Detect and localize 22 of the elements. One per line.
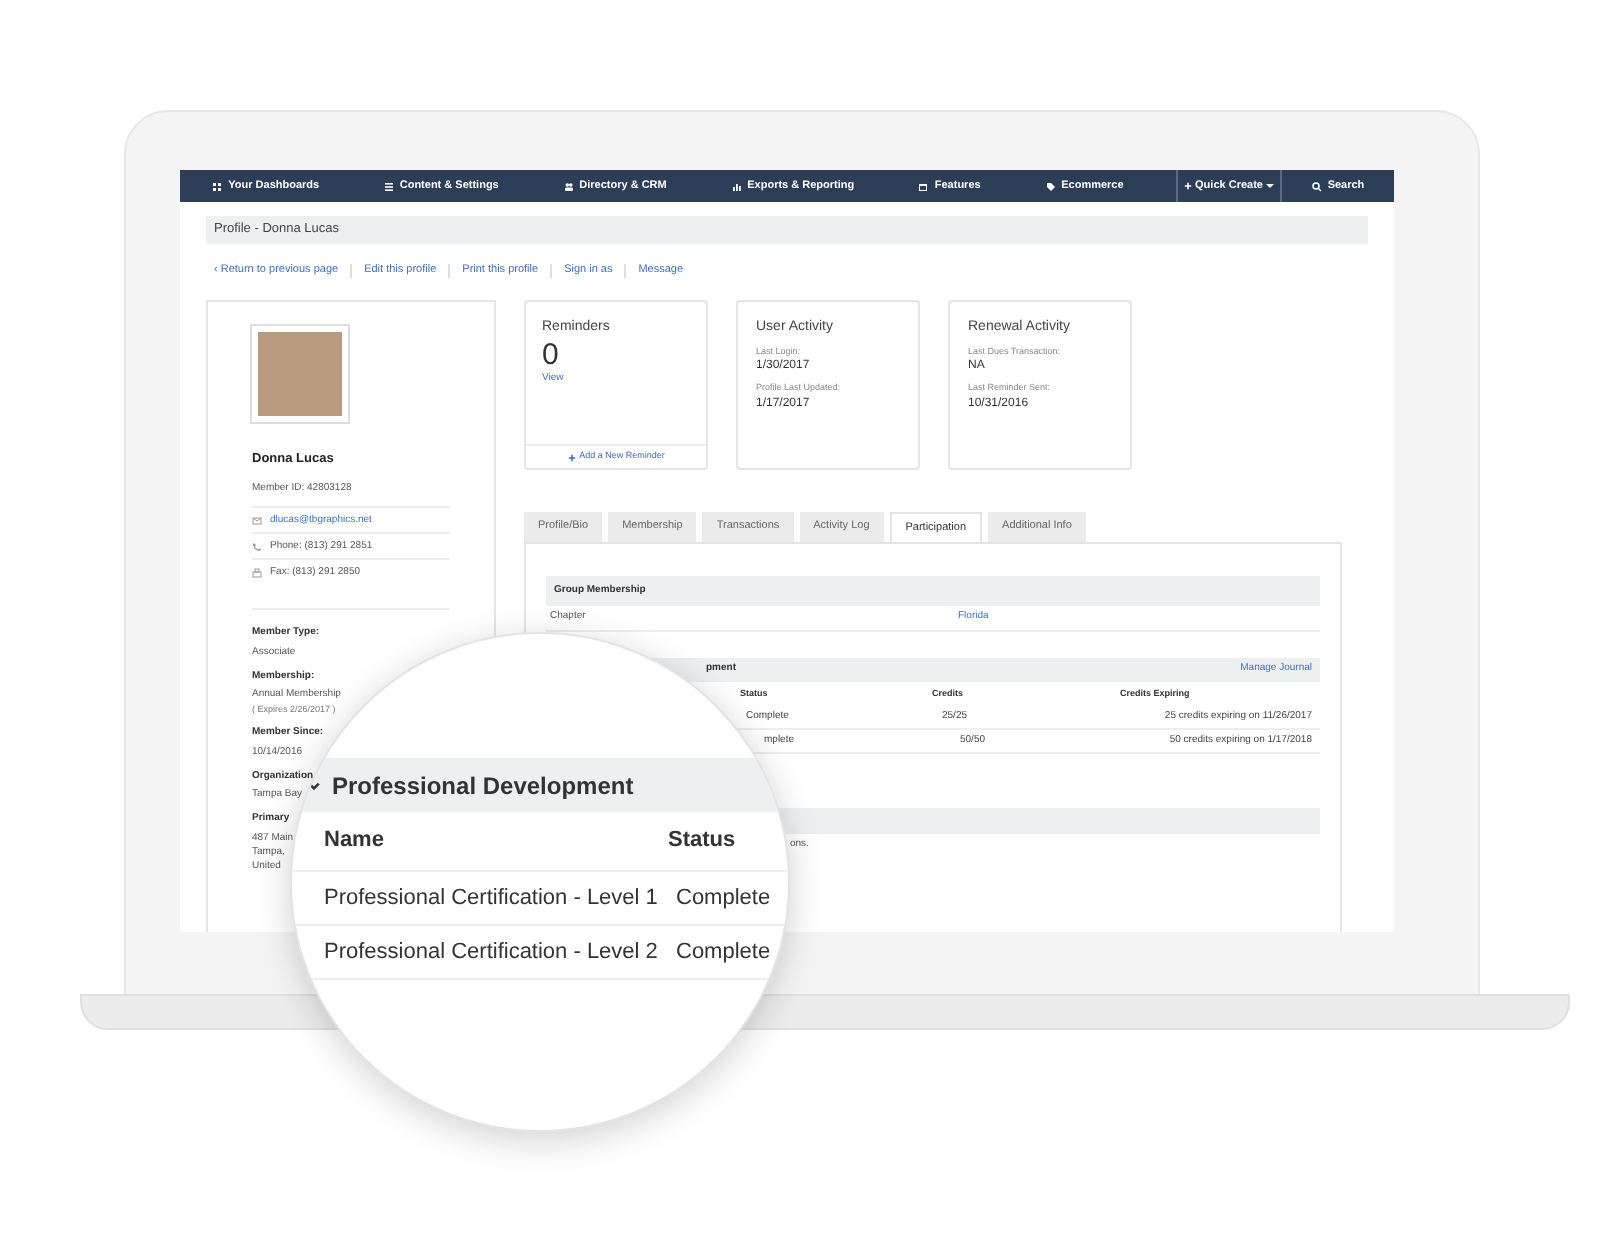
people-icon	[563, 181, 574, 191]
name-cell-text: Professional Certification - Level 2	[324, 937, 660, 968]
section-title: Professional Development	[332, 769, 634, 803]
list-icon	[383, 181, 394, 191]
plus-icon	[567, 453, 576, 461]
plus-icon	[1183, 182, 1192, 190]
fax-icon	[252, 567, 262, 578]
bar-chart-icon	[731, 181, 742, 191]
photo-placeholder	[252, 326, 348, 422]
calendar-icon	[918, 181, 929, 191]
envelope-icon	[252, 515, 262, 526]
status-cell-text: Complete	[676, 883, 771, 914]
tag-icon	[1045, 181, 1056, 191]
column-header: Status	[668, 826, 736, 857]
grid-icon	[212, 181, 223, 191]
phone-icon	[252, 541, 262, 552]
search-icon	[1311, 181, 1322, 191]
caret-icon	[1266, 184, 1275, 188]
name-cell-text: Professional Certification - Level 1	[324, 883, 660, 914]
status-cell-text: Complete	[676, 937, 771, 968]
column-header: Name	[324, 826, 386, 857]
reminder-count: 0	[542, 339, 561, 371]
